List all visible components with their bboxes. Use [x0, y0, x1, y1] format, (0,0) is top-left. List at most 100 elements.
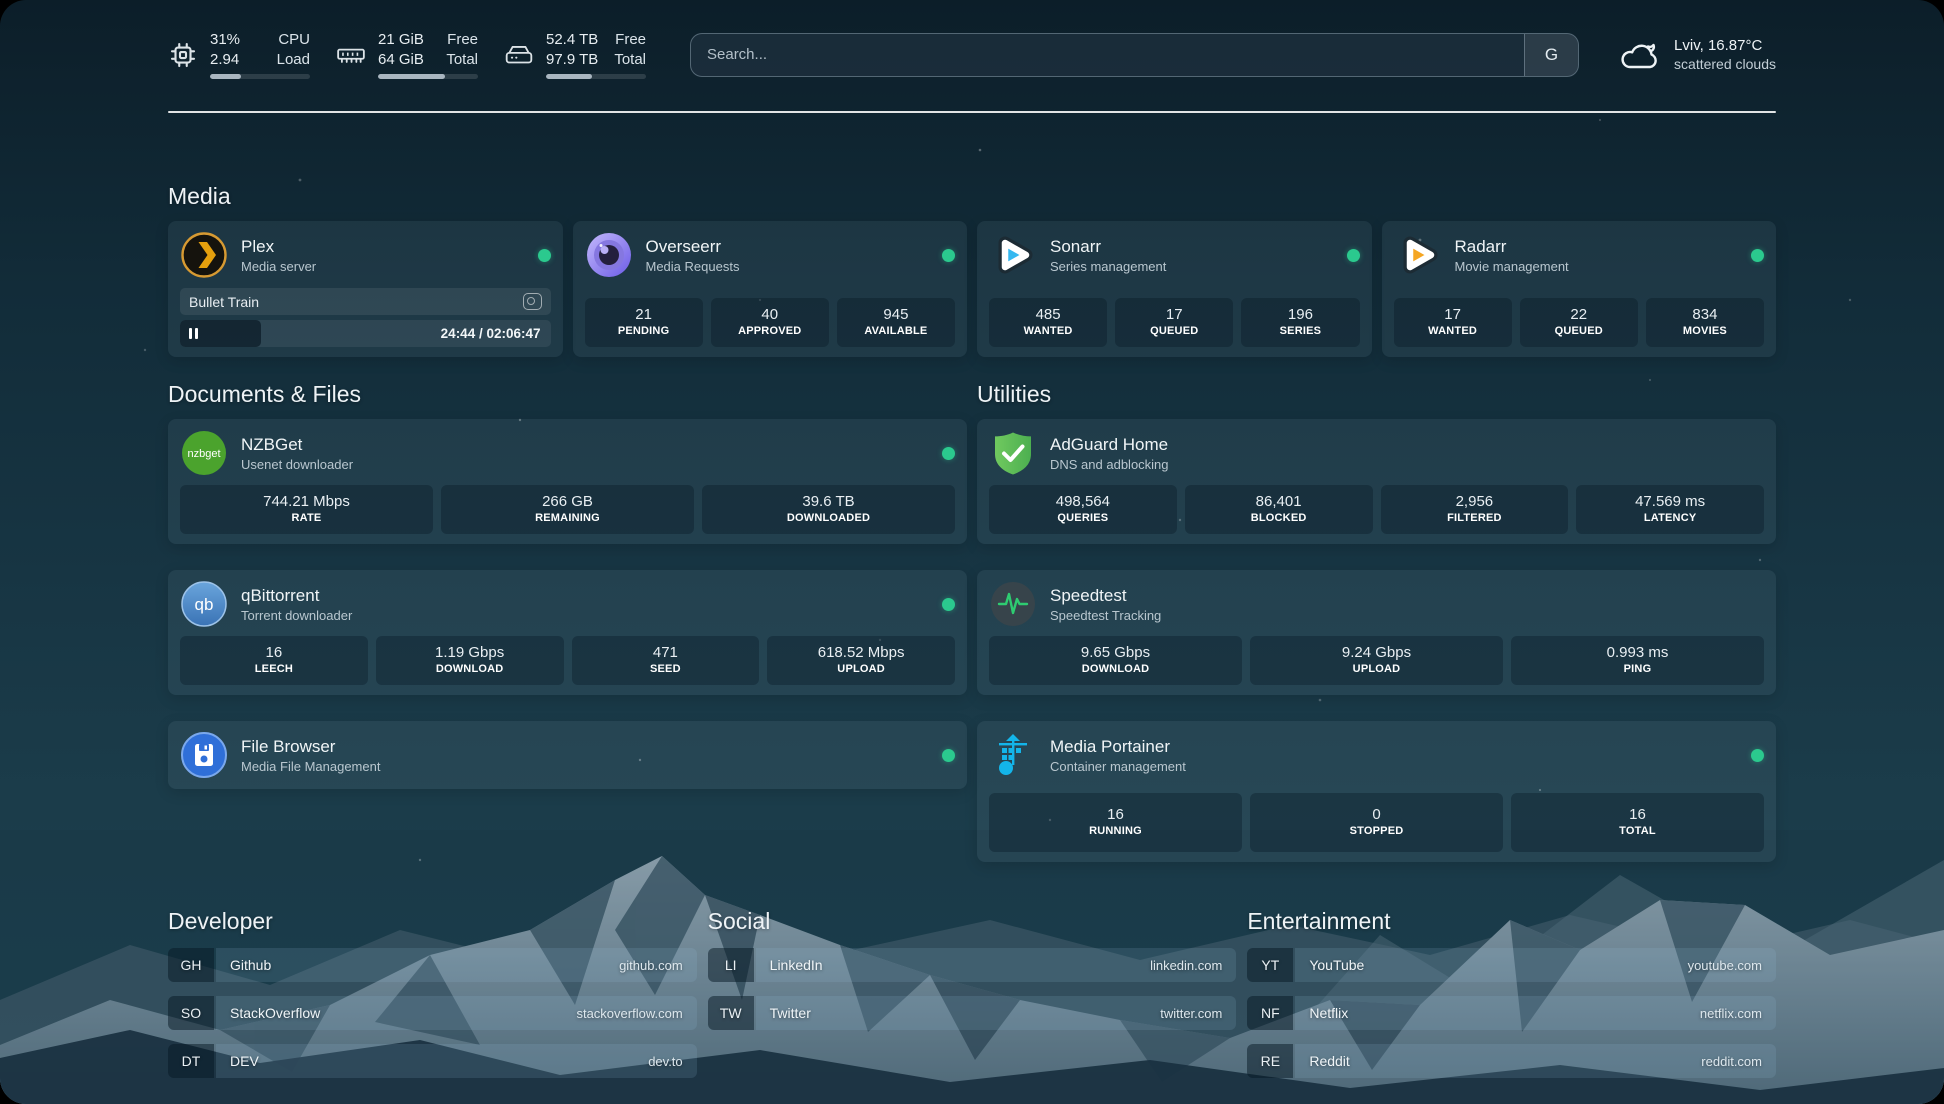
ram-free-label: Free [446, 30, 478, 49]
disk-progress-fill [546, 74, 592, 79]
bookmark-domain: youtube.com [1688, 958, 1762, 973]
bookmark-github[interactable]: GH Githubgithub.com [168, 948, 697, 982]
bookmark-domain: dev.to [648, 1054, 682, 1069]
status-online-dot [942, 749, 955, 762]
stat-block: 485WANTED [989, 298, 1107, 347]
service-name: NZBGet [241, 434, 353, 456]
stat-block: 618.52 MbpsUPLOAD [767, 636, 955, 685]
bookmark-stackoverflow[interactable]: SO StackOverflow stackoverflow.com [168, 996, 697, 1030]
status-online-dot [942, 249, 955, 262]
stat-block: 834MOVIES [1646, 298, 1764, 347]
playback-progress-fill [180, 320, 261, 347]
plex-icon [180, 231, 228, 279]
cpu-load-label: Load [277, 50, 310, 69]
bookmark-linkedin[interactable]: LI LinkedInlinkedin.com [708, 948, 1237, 982]
bookmark-name: DEV [230, 1053, 259, 1069]
qbittorrent-card[interactable]: qb qBittorrent Torrent downloader 16LEEC… [168, 570, 967, 695]
radarr-icon [1394, 231, 1442, 279]
filebrowser-icon [180, 731, 228, 779]
service-description: Speedtest Tracking [1050, 607, 1161, 624]
cpu-widget: 31% CPU 2.94 Load [168, 30, 310, 79]
bookmark-name: Twitter [770, 1005, 811, 1021]
filebrowser-card[interactable]: File Browser Media File Management [168, 721, 967, 789]
service-description: Series management [1050, 258, 1166, 275]
nzbget-stats: 744.21 MbpsRATE 266 GBREMAINING 39.6 TBD… [180, 477, 955, 534]
qbittorrent-icon: qb [180, 580, 228, 628]
disk-total-value: 97.9 TB [546, 50, 598, 69]
cpu-usage-value: 31% [210, 30, 261, 49]
cpu-usage-label: CPU [277, 30, 310, 49]
ram-total-label: Total [446, 50, 478, 69]
disk-widget: 52.4 TB Free 97.9 TB Total [504, 30, 646, 79]
bookmark-abbr: TW [708, 996, 754, 1030]
cloud-icon [1619, 38, 1661, 72]
service-description: Media Requests [646, 258, 740, 275]
bookmark-reddit[interactable]: RE Redditreddit.com [1247, 1044, 1776, 1078]
bookmark-group-social: Social LI LinkedInlinkedin.com TW Twitte… [708, 908, 1237, 1078]
service-name: Sonarr [1050, 236, 1166, 258]
plex-card[interactable]: Plex Media server Bullet Train 24:44 / [168, 221, 563, 357]
playback-time: 24:44 / 02:06:47 [441, 320, 541, 347]
stat-block: 2,956FILTERED [1381, 485, 1569, 534]
media-section-title: Media [168, 183, 1776, 210]
service-description: Container management [1050, 758, 1186, 775]
stat-block: 40APPROVED [711, 298, 829, 347]
bookmark-youtube[interactable]: YT YouTubeyoutube.com [1247, 948, 1776, 982]
pause-icon[interactable] [189, 328, 198, 339]
social-section-title: Social [708, 908, 1237, 935]
service-name: Media Portainer [1050, 736, 1186, 758]
stat-block: 17WANTED [1394, 298, 1512, 347]
service-name: Radarr [1455, 236, 1569, 258]
adguard-card[interactable]: AdGuard Home DNS and adblocking 498,564Q… [977, 419, 1776, 544]
bookmark-domain: twitter.com [1160, 1006, 1222, 1021]
overseerr-stats: 21PENDING 40APPROVED 945AVAILABLE [585, 290, 956, 347]
nzbget-card[interactable]: nzbget NZBGet Usenet downloader 744.21 M… [168, 419, 967, 544]
portainer-card[interactable]: Media Portainer Container management 16R… [977, 721, 1776, 862]
adguard-stats: 498,564QUERIES 86,401BLOCKED 2,956FILTER… [989, 477, 1764, 534]
overseerr-card[interactable]: Overseerr Media Requests 21PENDING 40APP… [573, 221, 968, 357]
bookmark-name: Netflix [1309, 1005, 1348, 1021]
stat-block: 196SERIES [1241, 298, 1359, 347]
session-icon [523, 293, 542, 310]
speedtest-card[interactable]: Speedtest Speedtest Tracking 9.65 GbpsDO… [977, 570, 1776, 695]
service-name: Overseerr [646, 236, 740, 258]
bookmark-domain: stackoverflow.com [576, 1006, 682, 1021]
bookmark-twitter[interactable]: TW Twitter twitter.com [708, 996, 1237, 1030]
ram-free-value: 21 GiB [378, 30, 430, 49]
bookmark-name: StackOverflow [230, 1005, 320, 1021]
ram-progress-track [378, 74, 478, 79]
status-online-dot [1751, 749, 1764, 762]
stat-block: 498,564QUERIES [989, 485, 1177, 534]
stat-block: 22QUEUED [1520, 298, 1638, 347]
bookmark-abbr: GH [168, 948, 214, 982]
search-input[interactable] [691, 34, 1524, 76]
section-media: Media Plex Media server [168, 183, 1776, 357]
bookmark-abbr: SO [168, 996, 214, 1030]
service-description: Usenet downloader [241, 456, 353, 473]
stat-block: 21PENDING [585, 298, 703, 347]
bookmark-domain: netflix.com [1700, 1006, 1762, 1021]
portainer-stats: 16RUNNING 0STOPPED 16TOTAL [989, 779, 1764, 852]
bookmark-name: LinkedIn [770, 957, 823, 973]
entertainment-section-title: Entertainment [1247, 908, 1776, 935]
bookmark-abbr: LI [708, 948, 754, 982]
sonarr-card[interactable]: Sonarr Series management 485WANTED 17QUE… [977, 221, 1372, 357]
disk-free-label: Free [614, 30, 646, 49]
bookmark-domain: github.com [619, 958, 683, 973]
stat-block: 16TOTAL [1511, 793, 1764, 852]
disk-progress-track [546, 74, 646, 79]
search-provider-button[interactable]: G [1524, 34, 1578, 76]
weather-location-temp: Lviv, 16.87°C [1674, 36, 1776, 55]
disk-free-value: 52.4 TB [546, 30, 598, 49]
utilities-section-title: Utilities [977, 381, 1776, 408]
media-grid: Plex Media server Bullet Train 24:44 / [168, 221, 1776, 357]
bookmark-dev[interactable]: DT DEVdev.to [168, 1044, 697, 1078]
section-documents: Documents & Files nzbget NZBGet Usenet d… [168, 381, 967, 789]
service-name: File Browser [241, 736, 380, 758]
bookmark-netflix[interactable]: NF Netflixnetflix.com [1247, 996, 1776, 1030]
radarr-stats: 17WANTED 22QUEUED 834MOVIES [1394, 290, 1765, 347]
search-bar[interactable]: G [690, 33, 1579, 77]
radarr-card[interactable]: Radarr Movie management 17WANTED 22QUEUE… [1382, 221, 1777, 357]
cpu-load-value: 2.94 [210, 50, 261, 69]
stat-block: 0STOPPED [1250, 793, 1503, 852]
